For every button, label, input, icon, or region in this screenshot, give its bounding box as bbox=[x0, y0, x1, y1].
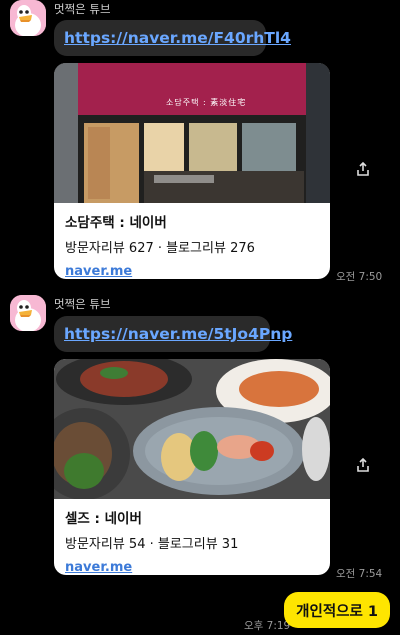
sender-avatar[interactable] bbox=[10, 0, 46, 36]
share-button[interactable] bbox=[351, 157, 375, 181]
card-info: 셀즈 : 네이버 방문자리뷰 54 · 블로그리뷰 31 naver.me bbox=[54, 499, 330, 575]
message-timestamp: 오전 7:50 bbox=[336, 271, 383, 283]
link-message-bubble[interactable]: https://naver.me/5tJo4Pnp bbox=[54, 316, 292, 352]
sender-name: 멋쩍은 튜브 bbox=[54, 2, 111, 16]
share-button[interactable] bbox=[351, 453, 375, 477]
card-description: 방문자리뷰 627 · 블로그리뷰 276 bbox=[65, 241, 255, 256]
restaurant-sign-text: 소담주택 : 素淡住宅 bbox=[166, 98, 247, 107]
card-info: 소담주택 : 네이버 방문자리뷰 627 · 블로그리뷰 276 naver.m… bbox=[54, 203, 330, 279]
card-domain[interactable]: naver.me bbox=[65, 264, 319, 279]
my-message-bubble[interactable]: 개인적으로 1 bbox=[284, 592, 390, 628]
share-icon bbox=[357, 161, 369, 176]
link-preview-card[interactable]: 셀즈 : 네이버 방문자리뷰 54 · 블로그리뷰 31 naver.me bbox=[54, 359, 330, 575]
link-preview-card[interactable]: 소담주택 : 素淡住宅 소담주택 : 네이버 방문자리뷰 627 · 블로그리뷰… bbox=[54, 63, 330, 279]
duck-avatar-icon bbox=[10, 0, 46, 36]
sender-name: 멋쩍은 튜브 bbox=[54, 297, 111, 311]
share-icon bbox=[357, 457, 369, 472]
my-message-text: 개인적으로 1 bbox=[296, 603, 378, 620]
link-url[interactable]: https://naver.me/F40rhTl4 bbox=[64, 29, 291, 47]
duck-avatar-icon bbox=[10, 295, 46, 331]
link-url[interactable]: https://naver.me/5tJo4Pnp bbox=[64, 325, 292, 343]
my-message-timestamp: 오후 7:19 bbox=[244, 620, 291, 632]
preview-image-food-dishes[interactable] bbox=[54, 359, 330, 499]
card-domain[interactable]: naver.me bbox=[65, 560, 319, 575]
card-title: 셀즈 : 네이버 bbox=[65, 511, 142, 527]
message-timestamp: 오전 7:54 bbox=[336, 568, 383, 580]
link-message-bubble[interactable]: https://naver.me/F40rhTl4 bbox=[54, 20, 291, 56]
sender-avatar[interactable] bbox=[10, 295, 46, 331]
preview-image-restaurant-exterior[interactable]: 소담주택 : 素淡住宅 bbox=[54, 63, 330, 203]
chat-screen: 멋쩍은 튜브 https://naver.me/F40rhTl4 소담주택 : … bbox=[0, 0, 400, 635]
card-description: 방문자리뷰 54 · 블로그리뷰 31 bbox=[65, 537, 239, 552]
card-title: 소담주택 : 네이버 bbox=[65, 215, 167, 231]
